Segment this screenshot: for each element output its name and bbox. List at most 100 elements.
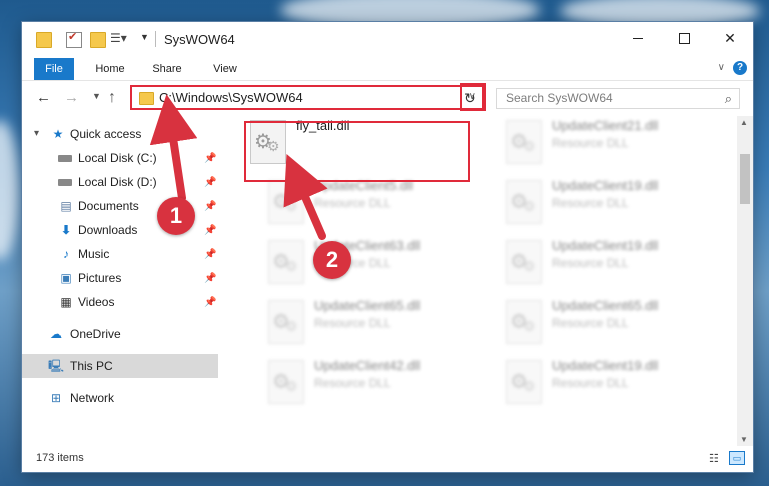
drive-icon <box>58 179 72 186</box>
sidebar-item-label: Quick access <box>70 127 142 141</box>
details-view-icon[interactable]: ☷ <box>709 452 723 465</box>
search-input[interactable]: Search SysWOW64 <box>506 91 613 105</box>
file-item[interactable]: UpdateClient65.dll Resource DLL <box>264 296 494 352</box>
chevron-down-icon[interactable]: ▾ <box>34 128 39 139</box>
search-box[interactable]: Search SysWOW64 ⌕ <box>496 88 740 109</box>
network-icon: ⊞ <box>50 391 62 405</box>
dll-file-icon <box>506 360 542 404</box>
file-item[interactable]: UpdateClient65.dll Resource DLL <box>502 296 732 352</box>
item-count: 173 items <box>36 452 84 464</box>
chevron-down-icon[interactable]: ▼ <box>140 32 149 42</box>
sidebar-item-this-pc[interactable]: 🖳 This PC <box>22 354 218 378</box>
minimize-button[interactable] <box>615 22 661 54</box>
back-arrow-icon[interactable]: ← <box>36 89 51 106</box>
file-name: UpdateClient42.dll <box>314 358 421 373</box>
file-item[interactable]: UpdateClient19.dll Resource DLL <box>502 356 732 412</box>
navigation-pane: ▾ ★ Quick access Local Disk (C:) 📌 Local… <box>22 116 220 446</box>
ribbon-tabs: File Home Share View ∨ ? <box>22 58 753 81</box>
file-type: Resource DLL <box>552 316 629 330</box>
tab-home[interactable]: Home <box>82 58 138 80</box>
pin-icon[interactable]: 📌 <box>204 201 216 212</box>
dll-file-icon <box>268 360 304 404</box>
sidebar-item-label: Local Disk (C:) <box>78 151 157 165</box>
dll-file-icon <box>268 180 304 224</box>
refresh-highlight <box>460 83 486 111</box>
star-icon: ★ <box>52 127 64 141</box>
dll-file-icon <box>268 240 304 284</box>
dll-file-icon <box>506 120 542 164</box>
dll-file-icon <box>506 240 542 284</box>
status-bar: 173 items ☷ ▭ <box>22 446 753 472</box>
maximize-button[interactable] <box>661 22 707 54</box>
sidebar-item-local-disk-d[interactable]: Local Disk (D:) 📌 <box>22 170 218 194</box>
close-button[interactable]: ✕ <box>707 22 753 54</box>
sidebar-item-quick-access[interactable]: ▾ ★ Quick access <box>22 122 218 146</box>
pin-icon[interactable]: 📌 <box>204 153 216 164</box>
file-type: Resource DLL <box>552 256 629 270</box>
pin-icon[interactable]: 📌 <box>204 177 216 188</box>
file-type: Resource DLL <box>314 316 391 330</box>
pin-icon[interactable]: 📌 <box>204 297 216 308</box>
vertical-scrollbar[interactable]: ▲ ▼ <box>737 116 753 446</box>
background-cloud <box>0 120 20 260</box>
file-name: UpdateClient21.dll <box>552 118 659 133</box>
sidebar-item-label: OneDrive <box>70 327 121 341</box>
pin-icon[interactable]: 📌 <box>204 249 216 260</box>
expand-ribbon-icon[interactable]: ∨ <box>718 62 725 73</box>
tab-share[interactable]: Share <box>142 58 192 80</box>
forward-arrow-icon[interactable]: → <box>64 89 79 106</box>
sidebar-item-label: Videos <box>78 295 115 309</box>
navigation-bar: ← → ▼ ↑ C:\Windows\SysWOW64 ∨ ↻ Search S… <box>22 82 753 114</box>
file-explorer-window: ☰▾ ▼ SysWOW64 ✕ File Home Share View ∨ ?… <box>22 22 753 472</box>
scroll-up-icon[interactable]: ▲ <box>740 118 748 127</box>
recent-locations-chevron-icon[interactable]: ▼ <box>92 91 101 101</box>
sidebar-item-music[interactable]: ♪ Music 📌 <box>22 242 218 266</box>
up-arrow-icon[interactable]: ↑ <box>108 89 116 107</box>
new-folder-icon[interactable] <box>90 32 106 48</box>
customize-toolbar-icon[interactable]: ☰▾ <box>110 31 127 45</box>
file-type: Resource DLL <box>552 136 629 150</box>
tab-view[interactable]: View <box>200 58 250 80</box>
file-type: Resource DLL <box>552 196 629 210</box>
title-separator <box>155 31 156 47</box>
file-highlight <box>244 121 470 182</box>
sidebar-item-network[interactable]: ⊞ Network <box>22 386 218 410</box>
file-item[interactable]: UpdateClient42.dll Resource DLL <box>264 356 494 412</box>
sidebar-item-onedrive[interactable]: ☁ OneDrive <box>22 322 218 346</box>
address-path[interactable]: C:\Windows\SysWOW64 <box>159 90 303 105</box>
tiles-view-icon[interactable]: ▭ <box>729 451 745 465</box>
file-name: UpdateClient19.dll <box>552 238 659 253</box>
file-item[interactable]: UpdateClient63.dll Resource DLL <box>264 236 494 292</box>
tab-file[interactable]: File <box>34 58 74 80</box>
properties-check-icon[interactable] <box>66 30 82 48</box>
pin-icon[interactable]: 📌 <box>204 273 216 284</box>
callout-number: 1 <box>157 197 195 235</box>
help-icon[interactable]: ? <box>733 61 747 75</box>
folder-icon <box>36 32 52 48</box>
address-bar[interactable]: C:\Windows\SysWOW64 ∨ <box>130 85 484 110</box>
dll-file-icon <box>268 300 304 344</box>
file-item[interactable]: UpdateClient19.dll Resource DLL <box>502 236 732 292</box>
scroll-thumb[interactable] <box>740 154 750 204</box>
sidebar-item-videos[interactable]: ▦ Videos 📌 <box>22 290 218 314</box>
file-type: Resource DLL <box>552 376 629 390</box>
sidebar-item-local-disk-c[interactable]: Local Disk (C:) 📌 <box>22 146 218 170</box>
documents-icon: ▤ <box>60 199 72 213</box>
scroll-down-icon[interactable]: ▼ <box>740 435 748 444</box>
file-type: Resource DLL <box>314 376 391 390</box>
minimize-icon <box>633 37 643 39</box>
title-bar: ☰▾ ▼ SysWOW64 ✕ <box>22 22 753 58</box>
folder-icon <box>139 92 154 105</box>
file-name: UpdateClient19.dll <box>552 358 659 373</box>
sidebar-item-pictures[interactable]: ▣ Pictures 📌 <box>22 266 218 290</box>
videos-icon: ▦ <box>60 295 72 309</box>
sidebar-item-label: Documents <box>78 199 139 213</box>
window-title: SysWOW64 <box>164 32 235 47</box>
file-item[interactable]: UpdateClient19.dll Resource DLL <box>502 176 732 232</box>
sidebar-item-label: Network <box>70 391 115 405</box>
file-item[interactable]: UpdateClient21.dll Resource DLL <box>502 116 732 172</box>
sidebar-item-label: Local Disk (D:) <box>78 175 157 189</box>
pin-icon[interactable]: 📌 <box>204 225 216 236</box>
search-icon[interactable]: ⌕ <box>725 91 732 107</box>
file-item[interactable]: UpdateClient5.dll Resource DLL <box>264 176 494 232</box>
